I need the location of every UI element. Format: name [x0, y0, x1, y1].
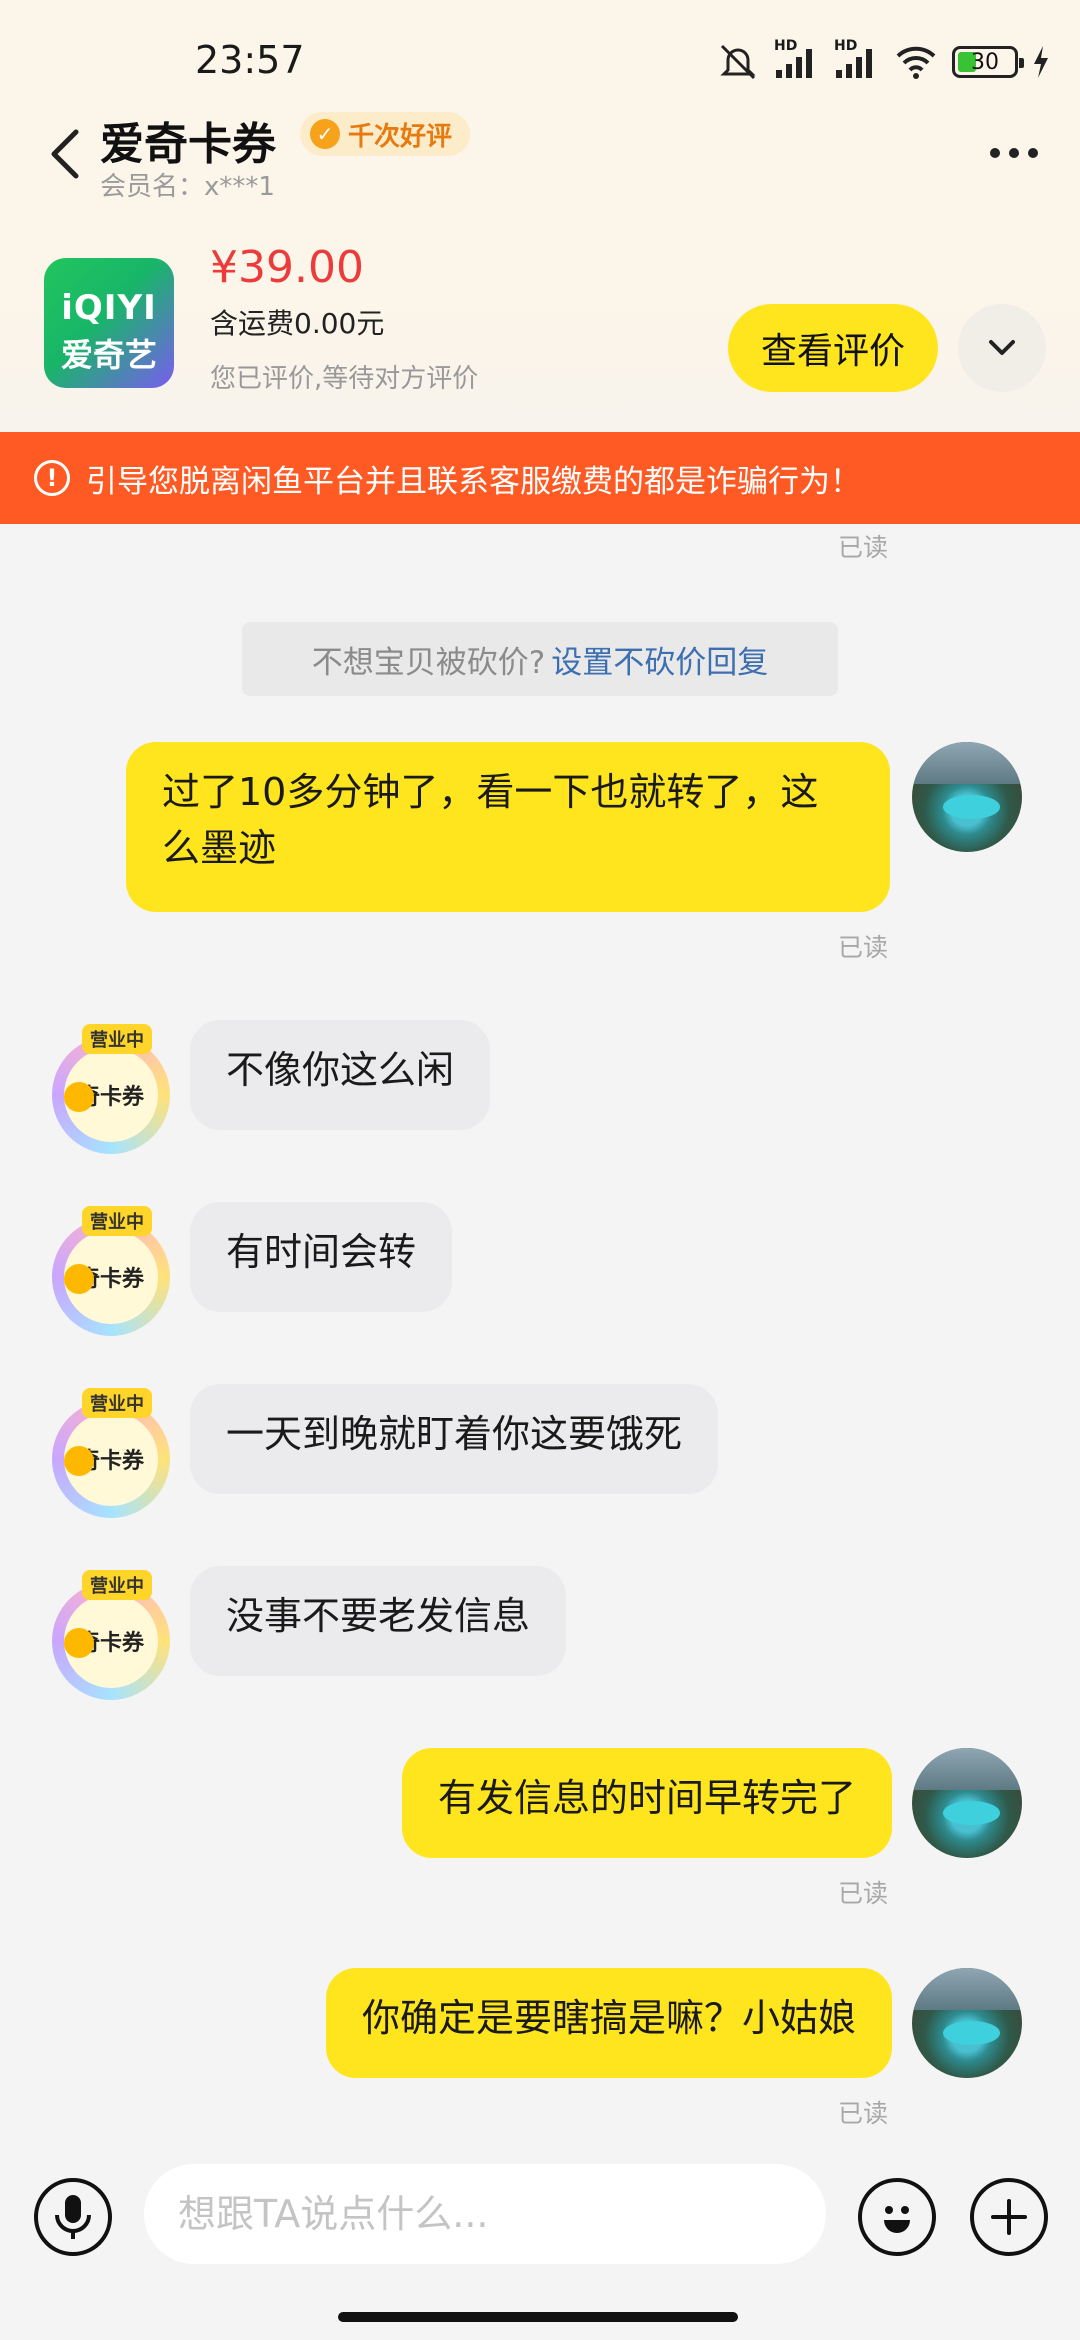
message-bubble-sent[interactable]: 过了10多分钟了，看一下也就转了，这么墨迹	[126, 742, 890, 912]
read-receipt: 已读	[837, 533, 888, 562]
rating-badge: ✓ 千次好评	[300, 112, 471, 156]
chat-header: 爱奇卡券 ✓ 千次好评 会员名：x***1	[0, 108, 1080, 208]
message-input[interactable]	[144, 2164, 826, 2264]
message-bubble-sent[interactable]: 你确定是要瞎搞是嘛？小姑娘	[325, 1968, 892, 2078]
logo-line2: 爱奇艺	[60, 336, 157, 374]
expand-button[interactable]	[958, 304, 1046, 392]
seller-name[interactable]: 爱奇卡券	[100, 108, 276, 172]
signal-icon-2: HD	[834, 38, 880, 80]
my-avatar[interactable]	[912, 1748, 1022, 1858]
message-bubble-received[interactable]: 有时间会转	[190, 1202, 453, 1312]
status-icons: HD HD 30	[716, 38, 1050, 84]
charging-icon	[1032, 46, 1050, 78]
message-bubble-sent[interactable]: 有发信息的时间早转完了	[401, 1748, 892, 1858]
avatar-tag: 营业中	[82, 1206, 152, 1236]
thumbs-up-icon: ✓	[310, 119, 340, 149]
chat-list[interactable]: 已读 不想宝贝被砍价? 设置不砍价回复 过了10多分钟了，看一下也就转了，这么墨…	[0, 524, 1080, 2164]
mute-icon	[716, 42, 760, 82]
product-image[interactable]: iQIYI 爱奇艺	[44, 258, 174, 388]
battery-icon: 30	[952, 46, 1024, 78]
view-review-button[interactable]: 查看评价	[728, 304, 938, 392]
fraud-warning-banner: ! 引导您脱离闲鱼平台并且联系客服缴费的都是诈骗行为！	[0, 432, 1080, 524]
read-receipt: 已读	[837, 933, 888, 962]
seller-avatar[interactable]: 奇卡券 营业中	[52, 1388, 182, 1518]
network-label: HD	[774, 38, 798, 54]
message-bubble-received[interactable]: 没事不要老发信息	[190, 1566, 567, 1676]
no-bargain-reply-link[interactable]: 设置不砍价回复	[551, 637, 768, 682]
bargain-tip: 不想宝贝被砍价? 设置不砍价回复	[242, 622, 838, 696]
network-label-2: HD	[834, 38, 858, 54]
warning-text: 引导您脱离闲鱼平台并且联系客服缴费的都是诈骗行为！	[86, 463, 861, 500]
emoji-button[interactable]	[858, 2178, 936, 2256]
more-icon[interactable]	[990, 138, 1050, 168]
seller-avatar[interactable]: 奇卡券 营业中	[52, 1024, 182, 1154]
signal-icon: HD	[774, 38, 820, 80]
message-bubble-received[interactable]: 一天到晚就盯着你这要饿死	[190, 1384, 719, 1494]
back-icon	[51, 129, 79, 179]
avatar-tag: 营业中	[82, 1570, 152, 1600]
member-name: 会员名：x***1	[100, 172, 275, 202]
product-price: ¥39.00	[210, 242, 364, 293]
mic-icon	[55, 2195, 91, 2239]
back-button[interactable]	[44, 124, 88, 184]
avatar-tag: 营业中	[82, 1024, 152, 1054]
logo-line1: iQIYI	[61, 288, 157, 328]
my-avatar[interactable]	[912, 1968, 1022, 2078]
avatar-tag: 营业中	[82, 1388, 152, 1418]
battery-level: 30	[971, 49, 999, 75]
product-card[interactable]: iQIYI 爱奇艺 ¥39.00 含运费0.00元 您已评价,等待对方评价 查看…	[0, 240, 1080, 410]
seller-avatar[interactable]: 奇卡券 营业中	[52, 1570, 182, 1700]
shipping-fee: 含运费0.00元	[210, 307, 385, 340]
seller-avatar[interactable]: 奇卡券 营业中	[52, 1206, 182, 1336]
home-indicator[interactable]	[338, 2312, 738, 2322]
status-time: 23:57	[195, 38, 305, 82]
chevron-down-icon	[989, 340, 1015, 355]
plus-button[interactable]	[970, 2178, 1048, 2256]
plus-icon	[991, 2199, 1027, 2235]
read-receipt: 已读	[837, 2099, 888, 2128]
review-status: 您已评价,等待对方评价	[210, 364, 479, 394]
badge-label: 千次好评	[348, 121, 453, 152]
tip-text: 不想宝贝被砍价?	[311, 644, 546, 681]
status-bar: 23:57 HD HD 30	[0, 0, 1080, 120]
voice-button[interactable]	[34, 2178, 112, 2256]
emoji-icon	[884, 2206, 910, 2233]
read-receipt: 已读	[837, 1879, 888, 1908]
alert-icon: !	[34, 460, 70, 496]
wifi-icon	[894, 44, 938, 80]
message-bubble-received[interactable]: 不像你这么闲	[190, 1020, 491, 1130]
my-avatar[interactable]	[912, 742, 1022, 852]
input-bar	[0, 2150, 1080, 2340]
